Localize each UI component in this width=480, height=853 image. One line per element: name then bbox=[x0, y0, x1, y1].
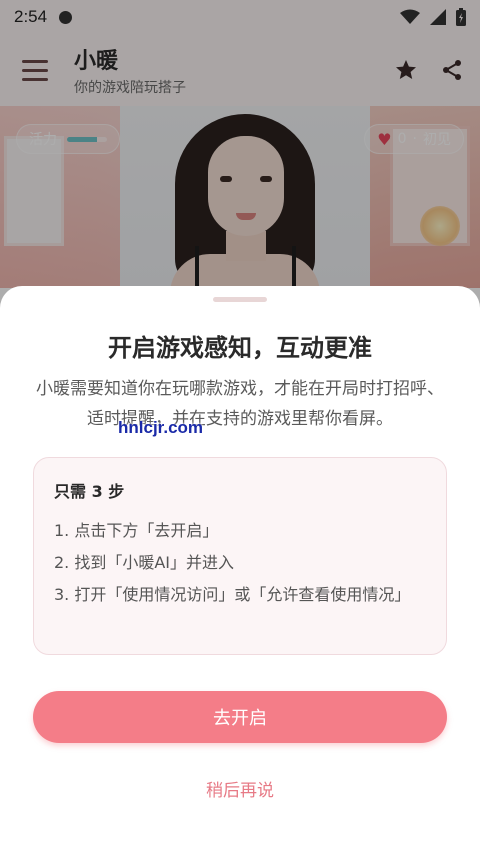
sheet-title: 开启游戏感知，互动更准 bbox=[108, 334, 372, 362]
watermark: hnlcjr.com bbox=[118, 418, 204, 437]
later-button[interactable]: 稍后再说 bbox=[0, 776, 480, 801]
steps-title: 只需 3 步 bbox=[54, 482, 125, 501]
step-item: 3. 打开「使用情况访问」或「允许查看使用情况」 bbox=[54, 585, 411, 604]
step-item: 2. 找到「小暖AI」并进入 bbox=[54, 553, 235, 572]
step-item: 1. 点击下方「去开启」 bbox=[54, 521, 219, 540]
sheet-description: 小暖需要知道你在玩哪款游戏，才能在开局时打招呼、适时提醒，并在支持的游戏里帮你看… bbox=[36, 379, 444, 429]
steps-card: 只需 3 步 1. 点击下方「去开启」 2. 找到「小暖AI」并进入 3. 打开… bbox=[33, 457, 447, 655]
sheet-drag-handle[interactable] bbox=[213, 297, 267, 302]
enable-button[interactable]: 去开启 bbox=[33, 691, 447, 743]
bottom-sheet: 开启游戏感知，互动更准 小暖需要知道你在玩哪款游戏，才能在开局时打招呼、适时提醒… bbox=[0, 286, 480, 853]
